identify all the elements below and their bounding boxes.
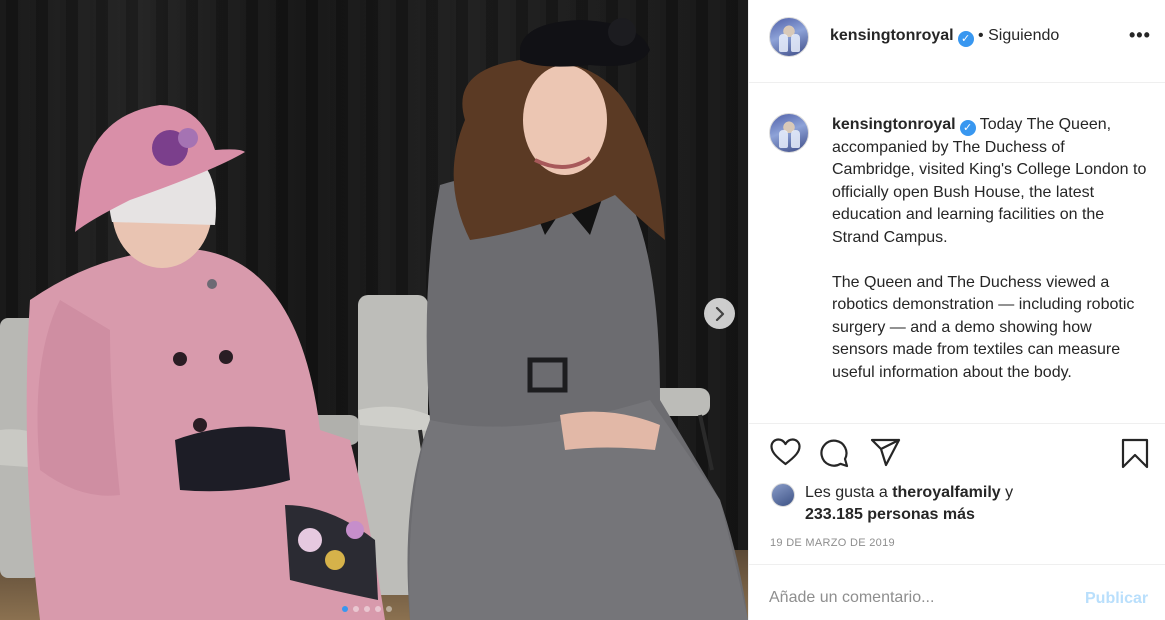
carousel-dot bbox=[375, 606, 381, 612]
post-header: kensingtonroyal ✓ • Siguiendo ••• bbox=[749, 0, 1165, 83]
caption-text-1: Today The Queen, accompanied by The Duch… bbox=[832, 116, 1147, 246]
paper-plane-icon bbox=[870, 438, 901, 467]
liker-username-link[interactable]: theroyalfamily bbox=[892, 484, 1000, 501]
likes-prefix: Les gusta a bbox=[805, 484, 888, 501]
post-actions-bar bbox=[749, 423, 1165, 483]
publish-button[interactable]: Publicar bbox=[1085, 590, 1148, 608]
post-side-panel: kensingtonroyal ✓ • Siguiendo ••• kensing… bbox=[748, 0, 1165, 620]
bookmark-icon bbox=[1121, 438, 1149, 469]
header-user-line: kensingtonroyal ✓ • Siguiendo bbox=[830, 27, 1059, 47]
comment-box: Publicar bbox=[749, 564, 1165, 620]
more-options-button[interactable]: ••• bbox=[1129, 26, 1151, 44]
likes-count-link[interactable]: 233.185 personas más bbox=[771, 504, 1013, 526]
like-button[interactable] bbox=[770, 438, 801, 471]
verified-badge-icon: ✓ bbox=[959, 120, 976, 136]
likes-and: y bbox=[1005, 484, 1014, 501]
post-date[interactable]: 19 DE MARZO DE 2019 bbox=[770, 537, 895, 549]
comment-button[interactable] bbox=[819, 438, 849, 473]
follow-status-button[interactable]: Siguiendo bbox=[988, 27, 1059, 44]
save-button[interactable] bbox=[1121, 438, 1149, 474]
carousel-dots bbox=[342, 606, 392, 612]
likes-summary: Les gusta a theroyalfamily y 233.185 per… bbox=[771, 482, 1013, 526]
post-caption: kensingtonroyal ✓ Today The Queen, accomp… bbox=[832, 114, 1147, 385]
post-photo[interactable] bbox=[0, 0, 748, 620]
verified-badge-icon: ✓ bbox=[957, 31, 974, 47]
figure-left bbox=[26, 105, 385, 620]
figure-right bbox=[407, 18, 748, 620]
comment-input[interactable] bbox=[769, 589, 1069, 607]
carousel-dot bbox=[386, 606, 392, 612]
carousel-next-button[interactable] bbox=[704, 298, 735, 329]
comment-bubble-icon bbox=[820, 439, 849, 468]
share-button[interactable] bbox=[870, 438, 901, 472]
carousel-dot bbox=[342, 606, 348, 612]
avatar[interactable] bbox=[769, 17, 809, 57]
more-horizontal-icon: ••• bbox=[1129, 25, 1151, 45]
username-link[interactable]: kensingtonroyal bbox=[830, 27, 954, 44]
photo-illustration bbox=[0, 18, 748, 620]
follow-separator: • bbox=[978, 27, 984, 44]
caption-text-2: The Queen and The Duchess viewed a robot… bbox=[832, 273, 1135, 381]
caption-username-link[interactable]: kensingtonroyal bbox=[832, 116, 956, 133]
heart-icon bbox=[770, 438, 801, 466]
caption-avatar[interactable] bbox=[769, 113, 809, 153]
caption-paragraph: kensingtonroyal ✓ Today The Queen, accomp… bbox=[832, 114, 1147, 250]
liker-avatar[interactable] bbox=[771, 483, 795, 507]
carousel-dot bbox=[364, 606, 370, 612]
chevron-right-icon bbox=[715, 306, 724, 321]
carousel-dot bbox=[353, 606, 359, 612]
